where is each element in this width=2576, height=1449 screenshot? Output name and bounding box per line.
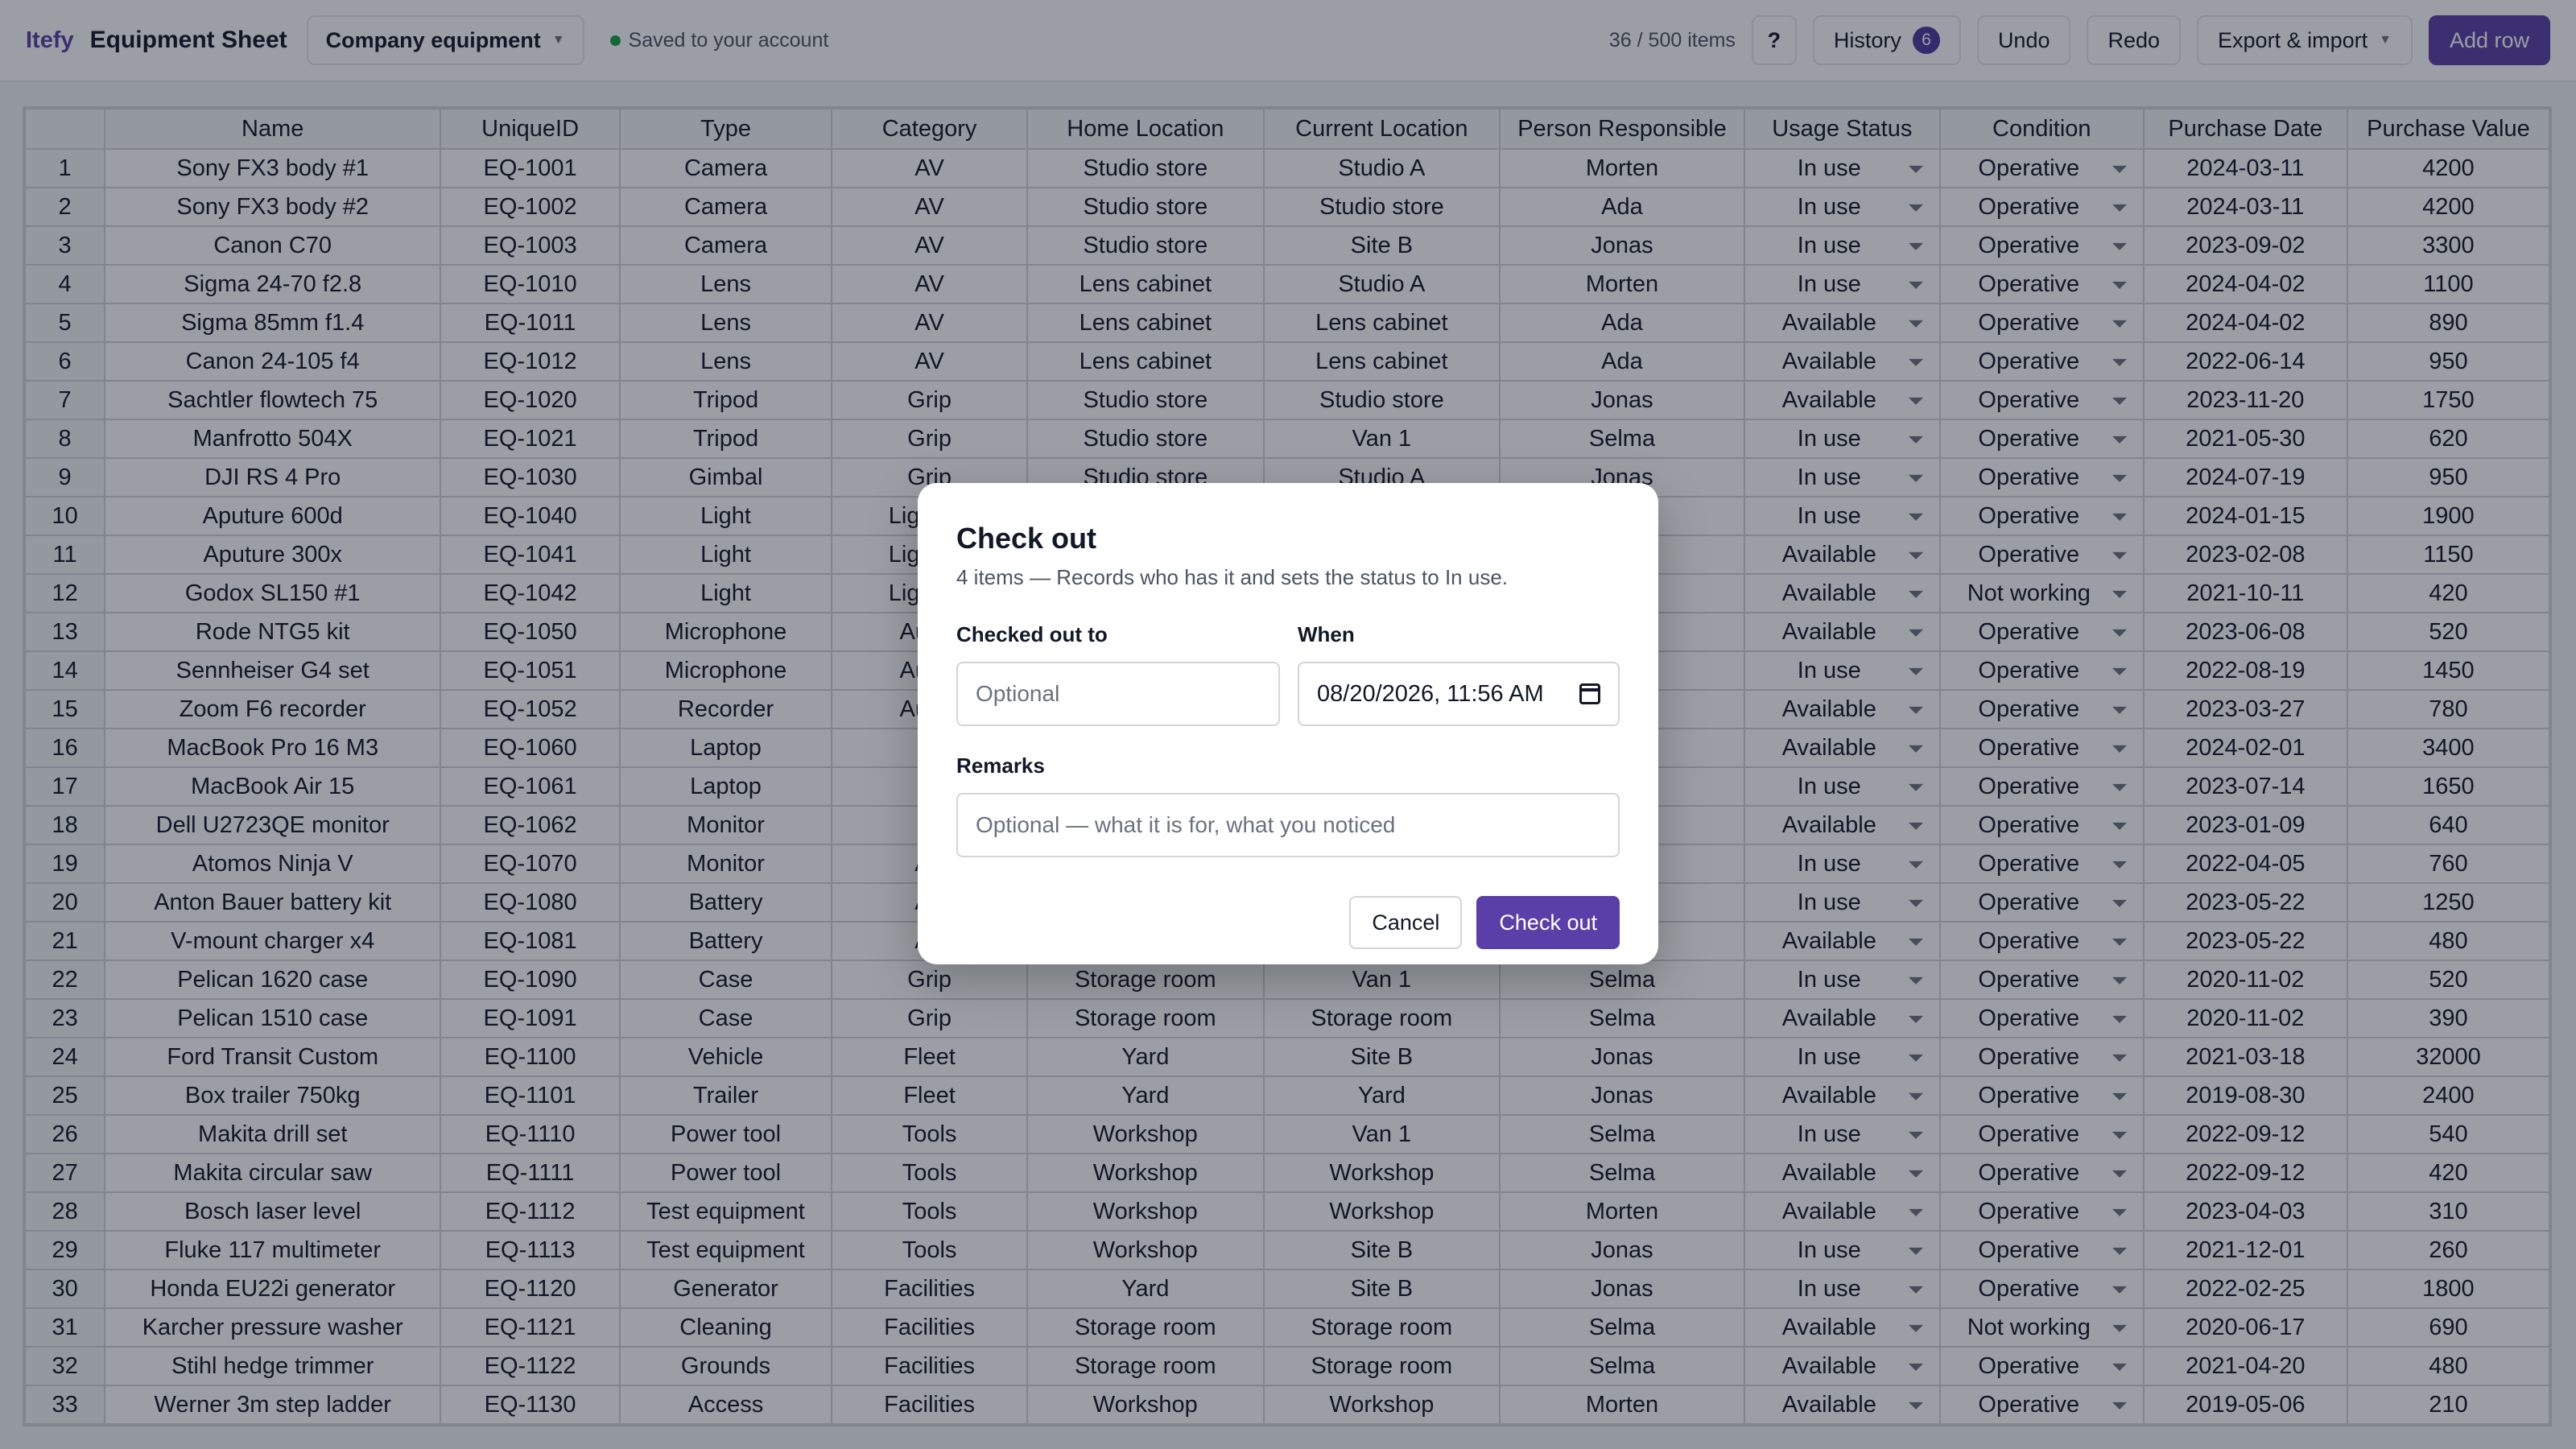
remarks-field: Remarks bbox=[956, 753, 1620, 857]
checked-out-to-input[interactable] bbox=[956, 662, 1280, 726]
when-label: When bbox=[1298, 622, 1355, 646]
when-field: When 08/20/2026, 11:56 AM bbox=[1298, 622, 1620, 726]
when-datetime-input[interactable]: 08/20/2026, 11:56 AM bbox=[1298, 662, 1620, 726]
dialog-subtitle: 4 items — Records who has it and sets th… bbox=[956, 565, 1509, 589]
check-out-button[interactable]: Check out bbox=[1476, 896, 1620, 949]
dialog-title: Check out bbox=[956, 522, 1097, 555]
fields-row: Checked out to When 08/20/2026, 11:56 AM bbox=[956, 622, 1620, 726]
checked-out-to-field: Checked out to bbox=[956, 622, 1280, 726]
dialog-actions: Cancel Check out bbox=[956, 896, 1620, 949]
when-value: 08/20/2026, 11:56 AM bbox=[1317, 680, 1544, 707]
remarks-label: Remarks bbox=[956, 753, 1045, 778]
cancel-button[interactable]: Cancel bbox=[1349, 896, 1463, 949]
checked-out-to-label: Checked out to bbox=[956, 622, 1108, 646]
remarks-input[interactable] bbox=[956, 793, 1620, 857]
calendar-icon[interactable] bbox=[1579, 683, 1600, 704]
check-out-dialog: Check out 4 items — Records who has it a… bbox=[918, 483, 1658, 964]
